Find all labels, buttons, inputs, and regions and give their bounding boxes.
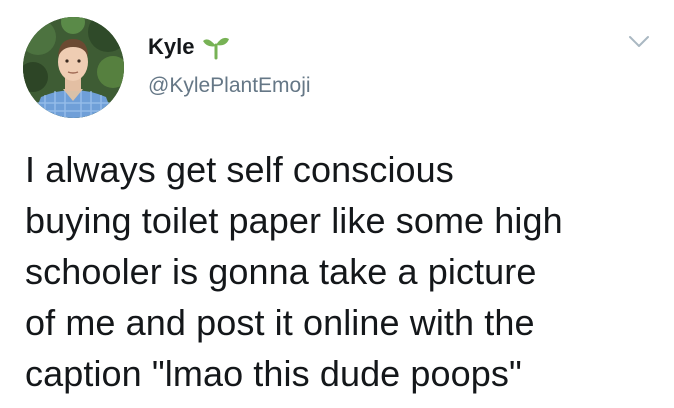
tweet-text-line: buying toilet paper like some high <box>25 200 563 241</box>
seedling-icon <box>202 34 230 60</box>
author-handle[interactable]: @KylePlantEmoji <box>148 73 311 99</box>
tweet-text-line: of me and post it online with the <box>25 302 535 343</box>
tweet-text: I always get self conscious buying toile… <box>25 144 655 399</box>
author-name-line: Kyle <box>148 34 230 60</box>
profile-photo-icon <box>23 17 124 118</box>
tweet-text-line: schooler is gonna take a picture <box>25 251 537 292</box>
tweet-text-line: caption "lmao this dude poops" <box>25 353 522 394</box>
chevron-down-icon[interactable] <box>628 34 650 50</box>
display-name[interactable]: Kyle <box>148 34 194 60</box>
tweet-card: Kyle @KylePlantEmoji I always get self c… <box>0 0 674 408</box>
avatar[interactable] <box>23 17 124 118</box>
tweet-text-line: I always get self conscious <box>25 149 454 190</box>
